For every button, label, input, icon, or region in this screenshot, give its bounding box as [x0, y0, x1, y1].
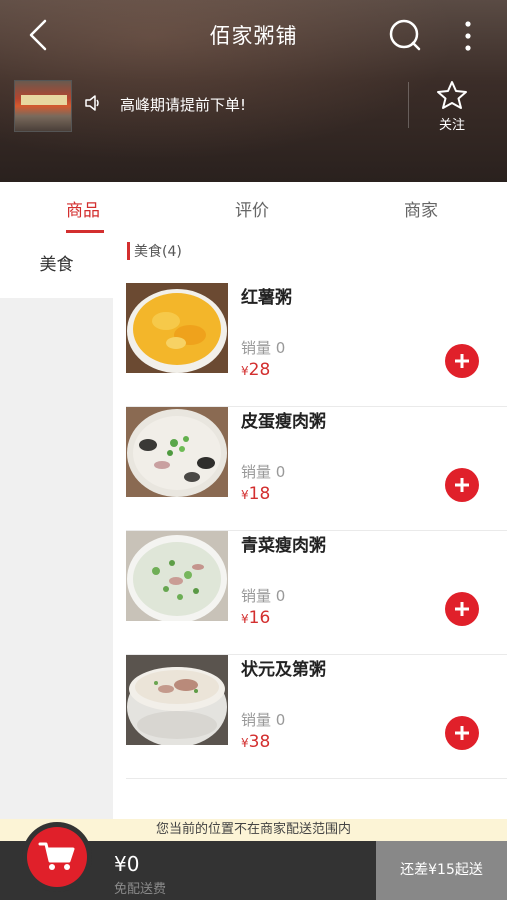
tab-products[interactable]: 商品	[66, 196, 100, 221]
plus-icon	[455, 726, 469, 740]
add-to-cart-button[interactable]	[445, 716, 479, 750]
more-vertical-icon	[465, 21, 471, 51]
product-name: 皮蛋瘦肉粥	[241, 412, 326, 432]
shop-photo	[14, 80, 72, 132]
add-to-cart-button[interactable]	[445, 344, 479, 378]
checkout-button[interactable]: 还差¥15起送	[376, 841, 507, 900]
add-to-cart-button[interactable]	[445, 468, 479, 502]
product-item[interactable]: 皮蛋瘦肉粥 销量 0 ¥18	[126, 407, 507, 531]
cart-total: ¥0	[114, 852, 140, 876]
follow-button[interactable]: 关注	[430, 80, 474, 133]
top-bar: 佰家粥铺	[0, 0, 507, 70]
page-title: 佰家粥铺	[209, 24, 298, 48]
plus-icon	[455, 354, 469, 368]
product-sales: 销量 0	[241, 463, 286, 481]
category-label: 美食(4)	[134, 244, 182, 260]
product-price: ¥18	[241, 484, 271, 504]
product-image	[126, 407, 228, 497]
product-item[interactable]: 红薯粥 销量 0 ¥28	[126, 283, 507, 407]
shop-header: 佰家粥铺 高峰期请提前下单! 关注	[0, 0, 507, 182]
product-name: 青菜瘦肉粥	[241, 536, 326, 556]
plus-icon	[455, 478, 469, 492]
category-header: 美食(4)	[127, 240, 182, 262]
product-list: 美食(4) 红薯粥 销量 0 ¥28 皮蛋瘦肉粥 销量 0 ¥18 青菜瘦肉粥 …	[113, 234, 507, 819]
product-item[interactable]: 青菜瘦肉粥 销量 0 ¥16	[126, 531, 507, 655]
product-sales: 销量 0	[241, 339, 286, 357]
product-price: ¥28	[241, 360, 271, 380]
search-icon	[389, 19, 421, 51]
star-icon	[437, 81, 467, 109]
product-image	[126, 283, 228, 373]
product-name: 红薯粥	[241, 288, 292, 308]
follow-label: 关注	[438, 118, 465, 133]
more-button[interactable]	[456, 18, 480, 54]
cart-button[interactable]	[27, 827, 87, 887]
shopping-cart-icon	[38, 842, 75, 870]
product-name: 状元及第粥	[241, 660, 326, 680]
category-sidebar: 美食	[0, 234, 113, 819]
product-sales: 销量 0	[241, 587, 286, 605]
sidebar-item-food[interactable]: 美食	[0, 234, 113, 298]
tab-merchant[interactable]: 商家	[404, 196, 438, 221]
search-button[interactable]	[386, 18, 424, 54]
product-image	[126, 531, 228, 621]
add-to-cart-button[interactable]	[445, 592, 479, 626]
announcement-text: 高峰期请提前下单!	[120, 96, 247, 114]
product-price: ¥16	[241, 608, 271, 628]
product-item[interactable]: 状元及第粥 销量 0 ¥38	[126, 655, 507, 779]
delivery-fee-text: 免配送费	[114, 882, 167, 897]
divider	[408, 82, 409, 128]
product-image	[126, 655, 228, 745]
category-marker	[127, 242, 130, 260]
speaker-icon	[85, 95, 99, 111]
shop-info-row: 高峰期请提前下单! 关注	[0, 76, 507, 136]
plus-icon	[455, 602, 469, 616]
product-price: ¥38	[241, 732, 271, 752]
tab-reviews[interactable]: 评价	[235, 196, 269, 221]
active-tab-indicator	[66, 230, 104, 233]
product-sales: 销量 0	[241, 711, 286, 729]
tab-bar: 商品 评价 商家	[0, 182, 507, 234]
